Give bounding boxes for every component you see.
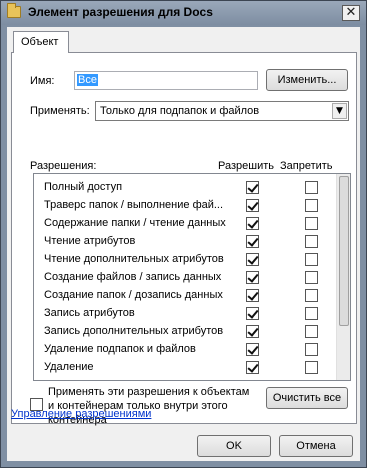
permission-name: Траверс папок / выполнение фай... (44, 199, 224, 211)
ok-button[interactable]: OK (197, 435, 271, 457)
deny-checkbox[interactable] (305, 325, 318, 338)
allow-checkbox[interactable] (246, 181, 259, 194)
allow-checkbox[interactable] (246, 307, 259, 320)
change-button[interactable]: Изменить... (266, 69, 348, 91)
deny-checkbox[interactable] (305, 307, 318, 320)
deny-checkbox[interactable] (305, 235, 318, 248)
apply-inside-label: Применять эти разрешения к объектам и ко… (48, 385, 249, 427)
permissions-scrollbar[interactable] (336, 174, 350, 380)
deny-header: Запретить (280, 160, 333, 172)
close-button[interactable]: ✕ (342, 5, 360, 21)
permission-name: Удаление (44, 361, 94, 373)
permission-row: Полный доступ (34, 178, 334, 196)
dialog-window: Элемент разрешения для Docs ✕ Объект Имя… (0, 0, 367, 468)
permission-name: Содержание папки / чтение данных (44, 217, 226, 229)
apply-select[interactable]: Только для подпапок и файлов ▼ (95, 101, 349, 121)
clear-all-button[interactable]: Очистить все (266, 387, 348, 409)
name-value: Все (77, 74, 98, 86)
deny-checkbox[interactable] (305, 361, 318, 374)
allow-checkbox[interactable] (246, 199, 259, 212)
permissions-list: Полный доступ Траверс папок / выполнение … (33, 173, 351, 381)
allow-checkbox[interactable] (246, 343, 259, 356)
permission-row: Создание файлов / запись данных (34, 268, 334, 286)
name-label: Имя: (30, 75, 55, 87)
scroll-thumb[interactable] (339, 176, 349, 326)
permission-name: Создание папок / дозапись данных (44, 289, 223, 301)
permission-name: Удаление подпапок и файлов (44, 343, 196, 355)
allow-checkbox[interactable] (246, 271, 259, 284)
manage-permissions-link[interactable]: Управление разрешениями (11, 408, 151, 420)
apply-label: Применять: (30, 105, 90, 117)
deny-checkbox[interactable] (305, 271, 318, 284)
permission-name: Создание файлов / запись данных (44, 271, 222, 283)
deny-checkbox[interactable] (305, 253, 318, 266)
permission-row: Запись дополнительных атрибутов (34, 322, 334, 340)
permission-name: Полный доступ (44, 181, 123, 193)
tab-object[interactable]: Объект (13, 31, 69, 53)
permission-row: Траверс папок / выполнение фай... (34, 196, 334, 214)
apply-inside-line-1: Применять эти разрешения к объектам (48, 386, 250, 398)
permission-row: Запись атрибутов (34, 304, 334, 322)
permission-row: Создание папок / дозапись данных (34, 286, 334, 304)
window-title: Элемент разрешения для Docs (28, 5, 213, 19)
dialog-client: Объект Имя: Все Изменить... Применять: Т… (7, 27, 360, 461)
permission-name: Чтение дополнительных атрибутов (44, 253, 224, 265)
permission-name: Чтение атрибутов (44, 235, 136, 247)
allow-checkbox[interactable] (246, 235, 259, 248)
permission-name: Запись атрибутов (44, 307, 135, 319)
name-field[interactable]: Все (74, 71, 258, 90)
folder-icon (7, 3, 21, 18)
allow-checkbox[interactable] (246, 289, 259, 302)
deny-checkbox[interactable] (305, 199, 318, 212)
permission-row: Чтение атрибутов (34, 232, 334, 250)
allow-checkbox[interactable] (246, 217, 259, 230)
deny-checkbox[interactable] (305, 217, 318, 230)
tab-panel: Имя: Все Изменить... Применять: Только д… (11, 52, 357, 427)
deny-checkbox[interactable] (305, 181, 318, 194)
permissions-header: Разрешения: (30, 160, 97, 172)
deny-checkbox[interactable] (305, 343, 318, 356)
allow-checkbox[interactable] (246, 361, 259, 374)
allow-header: Разрешить (218, 160, 274, 172)
permission-row: Удаление (34, 358, 334, 376)
permission-row: Чтение дополнительных атрибутов (34, 250, 334, 268)
chevron-down-icon[interactable]: ▼ (332, 103, 347, 119)
cancel-button[interactable]: Отмена (279, 435, 353, 457)
permission-row: Удаление подпапок и файлов (34, 340, 334, 358)
apply-select-value: Только для подпапок и файлов (100, 105, 260, 117)
allow-checkbox[interactable] (246, 253, 259, 266)
permission-name: Запись дополнительных атрибутов (44, 325, 224, 337)
deny-checkbox[interactable] (305, 289, 318, 302)
title-bar[interactable]: Элемент разрешения для Docs ✕ (1, 1, 366, 25)
allow-checkbox[interactable] (246, 325, 259, 338)
permission-row: Содержание папки / чтение данных (34, 214, 334, 232)
